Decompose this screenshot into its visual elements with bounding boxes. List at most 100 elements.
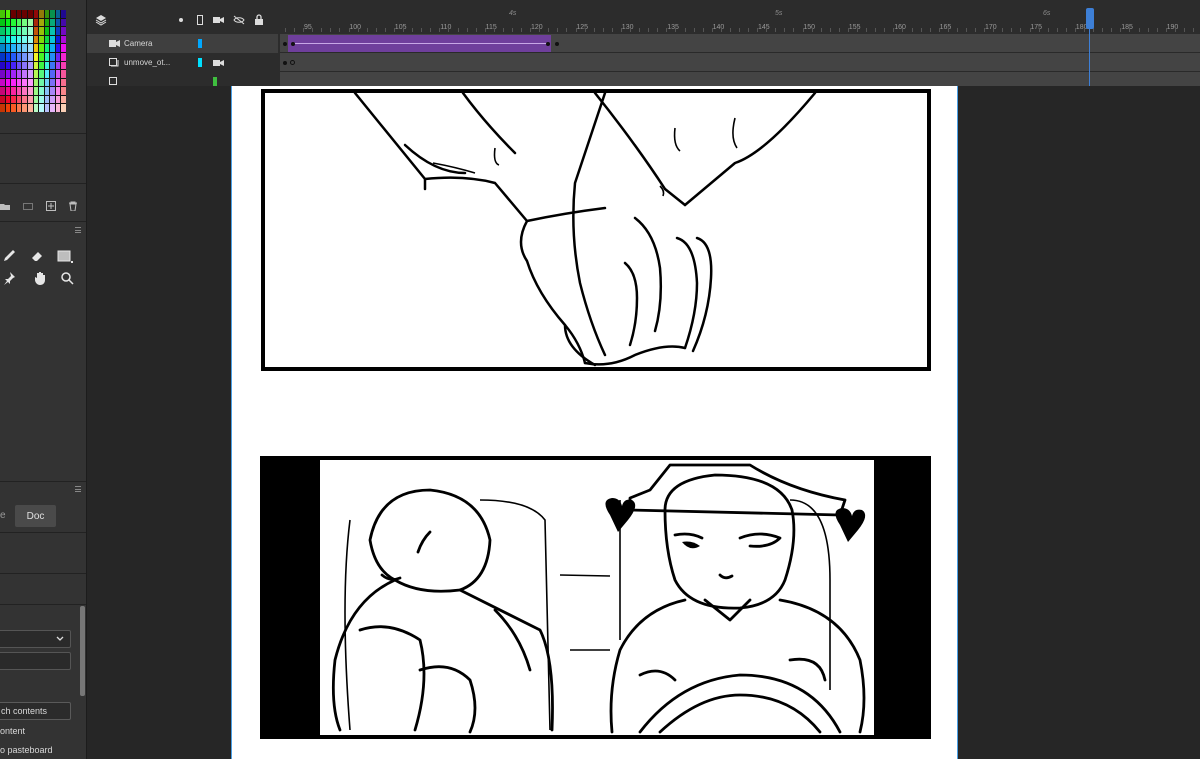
- color-swatch[interactable]: [11, 52, 16, 61]
- layer-row-unmove[interactable]: unmove_ot...: [87, 53, 278, 72]
- color-swatch[interactable]: [61, 70, 66, 78]
- blank-keyframe[interactable]: [290, 60, 295, 65]
- color-swatch[interactable]: [44, 95, 50, 104]
- color-swatch[interactable]: [50, 52, 55, 61]
- color-swatch[interactable]: [22, 44, 27, 52]
- color-swatch[interactable]: [11, 104, 16, 112]
- color-swatch[interactable]: [22, 104, 27, 112]
- color-swatch[interactable]: [0, 70, 5, 78]
- zoom-tool-icon[interactable]: [58, 269, 76, 287]
- color-swatch[interactable]: [27, 78, 33, 87]
- color-swatch[interactable]: [11, 95, 16, 104]
- color-swatch[interactable]: [22, 10, 27, 18]
- color-swatch[interactable]: [50, 95, 55, 104]
- color-swatch[interactable]: [50, 78, 55, 87]
- color-swatch[interactable]: [39, 44, 44, 52]
- color-swatch[interactable]: [16, 87, 22, 95]
- keyframe[interactable]: [291, 42, 295, 46]
- properties-tab[interactable]: e: [0, 506, 10, 526]
- doc-tab[interactable]: Doc: [15, 505, 56, 527]
- color-swatch[interactable]: [50, 104, 55, 112]
- color-swatch[interactable]: [61, 61, 66, 70]
- color-swatch[interactable]: [39, 104, 44, 112]
- color-swatch[interactable]: [22, 61, 27, 70]
- frame-row-camera[interactable]: [280, 34, 1200, 53]
- color-swatch[interactable]: [11, 27, 16, 35]
- color-swatch[interactable]: [27, 44, 33, 52]
- color-swatch[interactable]: [61, 35, 66, 44]
- color-swatch[interactable]: [50, 27, 55, 35]
- color-swatch[interactable]: [5, 95, 11, 104]
- color-swatch[interactable]: [50, 61, 55, 70]
- color-swatch[interactable]: [61, 44, 66, 52]
- color-swatch[interactable]: [16, 52, 22, 61]
- color-swatch[interactable]: [11, 18, 16, 27]
- color-swatch[interactable]: [44, 18, 50, 27]
- color-swatch[interactable]: [0, 44, 5, 52]
- property-dropdown[interactable]: [0, 630, 71, 648]
- color-swatch[interactable]: [16, 78, 22, 87]
- match-contents-button[interactable]: ch contents: [0, 702, 71, 720]
- color-swatch[interactable]: [44, 35, 50, 44]
- color-swatch[interactable]: [55, 18, 61, 27]
- lock-icon[interactable]: [254, 14, 264, 25]
- color-swatch[interactable]: [39, 95, 44, 104]
- color-swatch[interactable]: [22, 18, 27, 27]
- color-swatch[interactable]: [55, 70, 61, 78]
- color-swatch[interactable]: [5, 104, 11, 112]
- color-swatch[interactable]: [44, 61, 50, 70]
- hand-tool-icon[interactable]: [32, 269, 50, 287]
- color-swatch[interactable]: [5, 61, 11, 70]
- color-swatch[interactable]: [16, 35, 22, 44]
- color-swatch[interactable]: [55, 27, 61, 35]
- color-swatch[interactable]: [27, 27, 33, 35]
- color-swatch[interactable]: [0, 95, 5, 104]
- color-swatch[interactable]: [44, 70, 50, 78]
- panel-grip-icon[interactable]: [75, 227, 81, 233]
- color-swatch[interactable]: [44, 87, 50, 95]
- color-swatch[interactable]: [44, 10, 50, 18]
- layer-color-swatch[interactable]: [213, 77, 217, 86]
- color-swatch[interactable]: [50, 35, 55, 44]
- layers-icon[interactable]: [95, 14, 107, 26]
- rectangle-tool-icon[interactable]: [56, 247, 74, 265]
- layer-row-camera[interactable]: Camera: [87, 34, 278, 53]
- color-swatch[interactable]: [11, 78, 16, 87]
- color-swatch[interactable]: [44, 52, 50, 61]
- panel-scrollbar[interactable]: [80, 606, 85, 696]
- color-swatch[interactable]: [16, 104, 22, 112]
- color-swatch[interactable]: [33, 95, 39, 104]
- color-swatch[interactable]: [22, 95, 27, 104]
- highlight-dot-icon[interactable]: [179, 18, 183, 22]
- color-swatch[interactable]: [11, 44, 16, 52]
- storyboard-panel-hands[interactable]: [261, 89, 931, 371]
- property-input[interactable]: [0, 652, 71, 670]
- eraser-tool-icon[interactable]: [28, 247, 46, 265]
- color-swatch[interactable]: [22, 70, 27, 78]
- color-swatch[interactable]: [5, 70, 11, 78]
- color-swatch[interactable]: [61, 78, 66, 87]
- color-swatch[interactable]: [27, 61, 33, 70]
- camera-icon[interactable]: [213, 15, 225, 25]
- color-swatch[interactable]: [39, 70, 44, 78]
- color-swatch[interactable]: [0, 35, 5, 44]
- color-swatch[interactable]: [5, 10, 11, 18]
- color-swatch[interactable]: [55, 61, 61, 70]
- camera-attach-icon[interactable]: [213, 58, 225, 68]
- stage-canvas[interactable]: [231, 86, 958, 759]
- color-swatch[interactable]: [50, 18, 55, 27]
- color-swatch[interactable]: [5, 87, 11, 95]
- playhead-handle[interactable]: [1086, 8, 1094, 29]
- color-swatch[interactable]: [33, 27, 39, 35]
- layer-color-swatch[interactable]: [198, 58, 202, 67]
- color-swatch[interactable]: [39, 52, 44, 61]
- color-swatch[interactable]: [16, 10, 22, 18]
- color-swatch[interactable]: [39, 10, 44, 18]
- color-swatch[interactable]: [27, 35, 33, 44]
- color-swatch[interactable]: [11, 70, 16, 78]
- color-swatch[interactable]: [33, 10, 39, 18]
- keyframe[interactable]: [555, 42, 559, 46]
- color-swatch[interactable]: [16, 61, 22, 70]
- brush-tool-icon[interactable]: [0, 247, 18, 265]
- color-swatch[interactable]: [16, 44, 22, 52]
